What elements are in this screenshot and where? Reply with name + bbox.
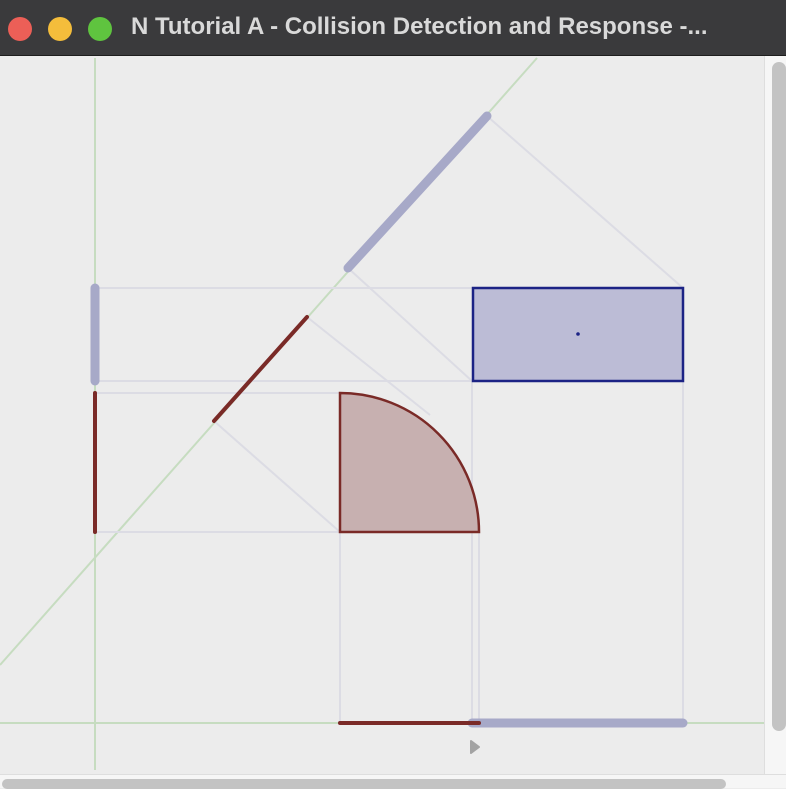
pointer-arrow-icon (470, 740, 480, 754)
vertical-scrollbar-thumb[interactable] (772, 62, 786, 731)
zoom-icon[interactable] (88, 17, 112, 41)
horizontal-scrollbar[interactable] (0, 774, 786, 789)
quarter-circle-tile[interactable] (338, 391, 481, 534)
vertical-scrollbar[interactable] (764, 56, 786, 774)
window-title: N Tutorial A - Collision Detection and R… (131, 13, 708, 40)
minimize-icon[interactable] (48, 17, 72, 41)
box-center-dot (576, 332, 580, 336)
close-icon[interactable] (8, 17, 32, 41)
simulation-canvas[interactable] (0, 56, 764, 772)
title-bar[interactable]: N Tutorial A - Collision Detection and R… (0, 0, 786, 56)
scene-svg[interactable] (0, 56, 764, 772)
